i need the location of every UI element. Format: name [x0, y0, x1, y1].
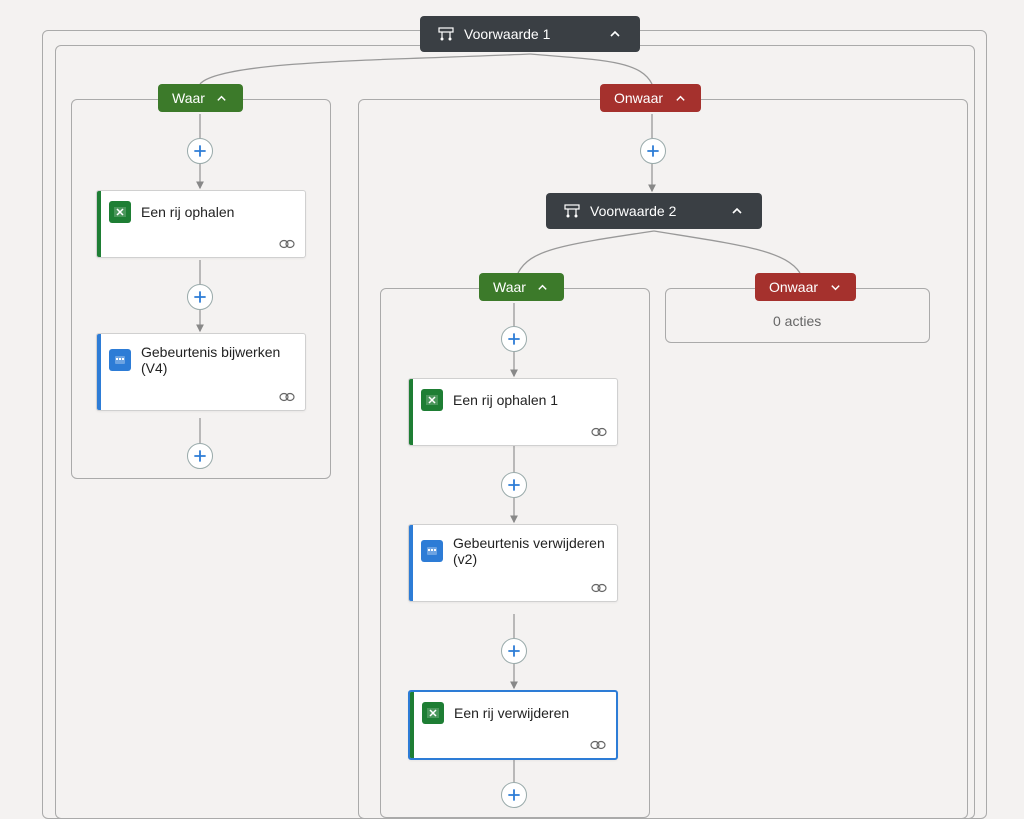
card-accent-bar [410, 692, 414, 758]
chevron-down-icon [828, 280, 842, 294]
action-card-update-event[interactable]: Gebeurtenis bijwerken (V4) [96, 333, 306, 411]
add-action-button[interactable] [501, 472, 527, 498]
condition-icon [438, 26, 454, 42]
action-card-delete-event[interactable]: Gebeurtenis verwijderen (v2) [408, 524, 618, 602]
outlook-icon [109, 349, 131, 371]
link-icon [590, 738, 606, 752]
excel-icon [109, 201, 131, 223]
chevron-up-icon [673, 91, 687, 105]
add-action-button[interactable] [187, 138, 213, 164]
action-label: Een rij ophalen [141, 204, 234, 220]
nested-true-pill[interactable]: Waar [479, 273, 564, 301]
excel-icon [421, 389, 443, 411]
card-accent-bar [97, 334, 101, 410]
action-label: Gebeurtenis bijwerken (V4) [141, 344, 293, 376]
link-icon [591, 581, 607, 595]
branch-true-pill[interactable]: Waar [158, 84, 243, 112]
card-accent-bar [409, 379, 413, 445]
outlook-icon [421, 540, 443, 562]
branch-false-pill[interactable]: Onwaar [600, 84, 701, 112]
add-action-button[interactable] [501, 326, 527, 352]
action-label: Gebeurtenis verwijderen (v2) [453, 535, 605, 567]
add-action-button[interactable] [501, 782, 527, 808]
link-icon [279, 390, 295, 404]
branch-true-label: Waar [493, 279, 526, 295]
branch-false-label: Onwaar [769, 279, 818, 295]
add-action-button[interactable] [187, 284, 213, 310]
chevron-up-icon [536, 280, 550, 294]
excel-icon [422, 702, 444, 724]
add-action-button[interactable] [187, 443, 213, 469]
action-card-delete-row[interactable]: Een rij verwijderen [408, 690, 618, 760]
action-card-get-row[interactable]: Een rij ophalen [96, 190, 306, 258]
action-label: Een rij verwijderen [454, 705, 569, 721]
condition-2-node[interactable]: Voorwaarde 2 [546, 193, 762, 229]
branch-true-label: Waar [172, 90, 205, 106]
add-action-button[interactable] [640, 138, 666, 164]
link-icon [591, 425, 607, 439]
condition-icon [564, 203, 580, 219]
card-accent-bar [97, 191, 101, 257]
link-icon [279, 237, 295, 251]
add-action-button[interactable] [501, 638, 527, 664]
chevron-up-icon [608, 27, 622, 41]
chevron-up-icon [215, 91, 229, 105]
condition-1-node[interactable]: Voorwaarde 1 [420, 16, 640, 52]
condition-1-label: Voorwaarde 1 [464, 26, 550, 42]
action-label: Een rij ophalen 1 [453, 392, 558, 408]
chevron-up-icon [730, 204, 744, 218]
condition-2-label: Voorwaarde 2 [590, 203, 676, 219]
nested-false-pill[interactable]: Onwaar [755, 273, 856, 301]
branch-false-label: Onwaar [614, 90, 663, 106]
card-accent-bar [409, 525, 413, 601]
action-card-get-row-1[interactable]: Een rij ophalen 1 [408, 378, 618, 446]
empty-actions-label: 0 acties [773, 313, 821, 329]
